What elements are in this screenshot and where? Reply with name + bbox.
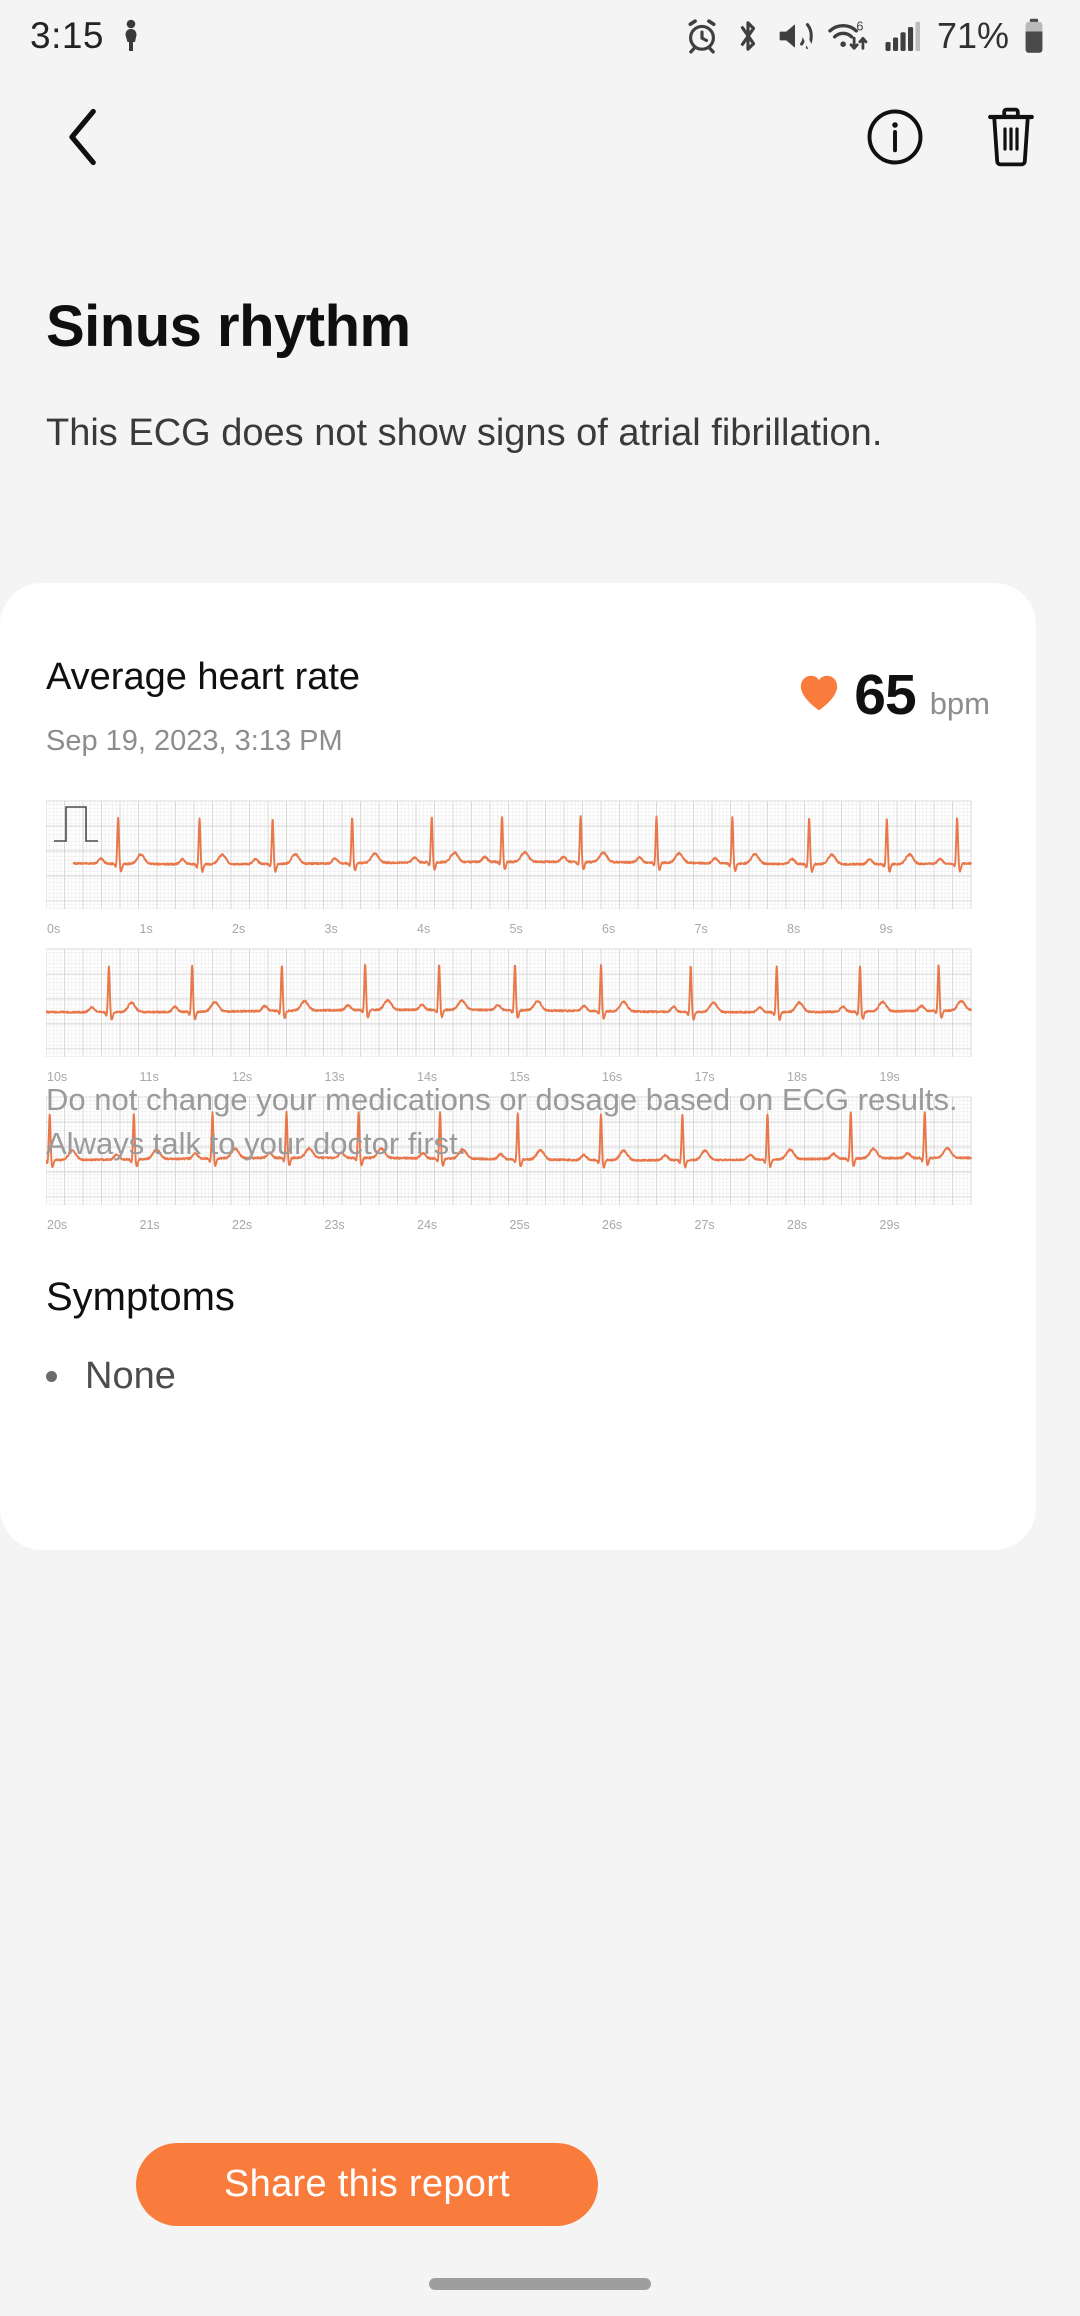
symptoms-list: None [46,1355,176,1398]
ecg-time-tick: 23s [325,1218,345,1232]
info-button[interactable] [856,100,934,178]
svg-text:6: 6 [856,20,863,34]
ecg-time-tick: 3s [325,922,338,936]
ecg-time-tick: 1s [140,922,153,936]
bpm-value: 65 [854,663,916,727]
wifi-icon: 6 [827,18,871,54]
cellular-signal-icon [884,19,920,53]
back-button[interactable] [44,100,122,178]
ecg-time-tick: 0s [47,922,60,936]
ecg-time-tick: 4s [417,922,430,936]
list-item: None [46,1355,176,1398]
ecg-time-tick: 6s [602,922,615,936]
ecg-time-tick: 21s [140,1218,160,1232]
ecg-time-tick: 26s [602,1218,622,1232]
ecg-strip-svg: 0s 1s 2s 3s 4s 5s 6s 7s 8s 9s [46,800,972,936]
ecg-time-tick: 28s [787,1218,807,1232]
ecg-chart: 0s 1s 2s 3s 4s 5s 6s 7s 8s 9s 10s 11s 12s 13s 14s 15s 1… [46,797,1012,1241]
bpm-readout: 65 bpm [798,656,990,728]
symptoms-title: Symptoms [46,1275,235,1319]
ecg-strip-svg: 10s 11s 12s 13s 14s 15s 16s 17s 18s 19s [46,948,972,1084]
heart-icon [798,674,840,712]
status-bar: 3:15 6 71% [0,0,1080,72]
info-circle-icon [866,108,924,171]
gesture-home-bar[interactable] [429,2278,651,2290]
ecg-time-tick: 8s [787,922,800,936]
page-title: Sinus rhythm [46,294,411,359]
battery-icon [1022,18,1046,54]
average-heart-rate-label: Average heart rate [46,656,361,698]
average-heart-rate-header: Average heart rate 65 bpm [46,656,990,728]
disclaimer-text: Do not change your medications or dosage… [46,1082,958,1162]
ecg-strip-row: 0s 1s 2s 3s 4s 5s 6s 7s 8s 9s [46,797,1012,941]
ecg-time-tick: 7s [695,922,708,936]
status-bar-left: 3:15 [30,15,144,57]
ecg-time-tick: 27s [695,1218,715,1232]
ecg-time-tick: 22s [232,1218,252,1232]
ecg-time-tick: 20s [47,1218,67,1232]
share-report-button[interactable]: Share this report [136,2143,598,2226]
page-subtitle: This ECG does not show signs of atrial f… [46,412,883,454]
alarm-icon [684,18,720,54]
ecg-time-tick: 25s [510,1218,530,1232]
trash-icon [984,107,1038,172]
delete-button[interactable] [972,100,1050,178]
toolbar-actions [856,100,1050,178]
bpm-unit: bpm [929,686,990,721]
ecg-time-tick: 2s [232,922,245,936]
ecg-time-tick: 24s [417,1218,437,1232]
mute-icon [776,19,814,53]
measurement-timestamp: Sep 19, 2023, 3:13 PM [46,725,343,757]
battery-percent-label: 71% [936,15,1009,56]
symptom-label: None [85,1355,176,1397]
ecg-result-card: Average heart rate 65 bpm Sep 19, 2023, … [0,583,1036,1550]
bluetooth-icon [733,18,763,54]
share-report-label: Share this report [223,2163,511,2205]
pedestrian-icon [118,19,144,53]
ecg-time-tick: 29s [880,1218,900,1232]
chevron-left-icon [66,108,100,171]
status-bar-right: 6 71% [684,15,1046,57]
ecg-report-screen: 3:15 6 71% Sinus rhythm This ECG does no… [0,0,1080,2316]
ecg-strip-row: 10s 11s 12s 13s 14s 15s 16s 17s 18s 19s [46,945,1012,1089]
ecg-time-tick: 5s [510,922,523,936]
status-bar-clock: 3:15 [30,15,105,56]
bullet-icon [46,1371,57,1382]
ecg-time-tick: 9s [880,922,893,936]
app-toolbar [0,86,1080,196]
